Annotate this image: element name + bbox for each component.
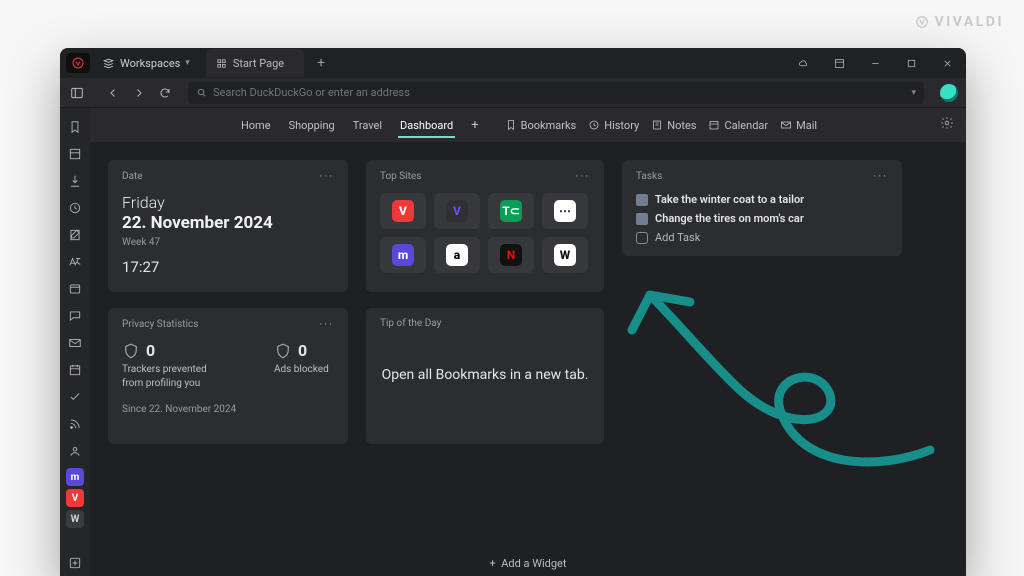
nav-history[interactable]: History <box>588 119 639 132</box>
date-week: Week 47 <box>122 237 334 248</box>
panel-translate-icon[interactable] <box>60 249 90 275</box>
collapse-toolbar-button[interactable] <box>822 48 856 78</box>
speed-dial-tab-shopping[interactable]: Shopping <box>287 108 337 142</box>
speed-dial-tab-dashboard[interactable]: Dashboard <box>398 108 455 142</box>
top-site-amazon[interactable]: a <box>434 237 480 273</box>
nav-calendar[interactable]: Calendar <box>708 119 768 132</box>
new-tab-button[interactable]: + <box>310 55 332 71</box>
panel-mail-icon[interactable] <box>60 330 90 356</box>
navigation-bar: ▾ <box>60 78 966 108</box>
widget-menu-icon[interactable]: ··· <box>575 170 590 183</box>
panel-contacts-icon[interactable] <box>60 438 90 464</box>
speed-dial-tab-home[interactable]: Home <box>239 108 273 142</box>
panel-downloads-icon[interactable] <box>60 168 90 194</box>
nav-notes[interactable]: Notes <box>651 119 696 132</box>
top-site-vivaldi[interactable]: V <box>380 193 426 229</box>
tip-body: Open all Bookmarks in a new tab. <box>380 339 590 401</box>
settings-gear-icon[interactable] <box>940 116 954 133</box>
panel-notes-icon[interactable] <box>60 222 90 248</box>
close-button[interactable] <box>930 48 964 78</box>
search-icon <box>196 87 207 98</box>
top-sites-widget: Top Sites··· VVT⊂⋯maNW <box>366 160 604 292</box>
titlebar: Workspaces ▾ Start Page + <box>60 48 966 78</box>
chevron-down-icon: ▾ <box>185 58 190 68</box>
speed-dial-nav: HomeShoppingTravelDashboard + Bookmarks … <box>90 108 966 142</box>
panel-webpanel-vivaldi[interactable]: V <box>66 489 84 507</box>
date-day: Friday <box>122 193 334 212</box>
maximize-button[interactable] <box>894 48 928 78</box>
top-site-wikipedia[interactable]: W <box>542 237 588 273</box>
top-site-techcrunch[interactable]: T⊂ <box>488 193 534 229</box>
tab-title: Start Page <box>233 57 284 70</box>
panel-history-icon[interactable] <box>60 195 90 221</box>
nav-back-button[interactable] <box>102 82 124 104</box>
panel-calendar-icon[interactable] <box>60 357 90 383</box>
panel-feeds-icon[interactable] <box>60 411 90 437</box>
browser-tab[interactable]: Start Page <box>206 49 304 77</box>
panel-toggle-button[interactable] <box>66 82 88 104</box>
address-input[interactable] <box>213 86 905 99</box>
shield-icon <box>122 342 140 360</box>
sync-cloud-button[interactable] <box>786 48 820 78</box>
vivaldi-brand: VIVALDI <box>915 14 1004 30</box>
date-time: 17:27 <box>122 258 334 276</box>
top-site-mastodon[interactable]: m <box>380 237 426 273</box>
task-item[interactable]: Change the tires on mom's car <box>636 212 888 225</box>
panel-webpanel-wikipedia[interactable]: W <box>66 510 84 528</box>
add-task-button[interactable]: Add Task <box>636 231 888 244</box>
reload-button[interactable] <box>154 82 176 104</box>
add-panel-button[interactable] <box>60 550 90 576</box>
widget-menu-icon[interactable]: ··· <box>873 170 888 183</box>
shield-icon <box>274 342 292 360</box>
nav-forward-button[interactable] <box>128 82 150 104</box>
tasks-widget: Tasks··· Take the winter coat to a tailo… <box>622 160 902 256</box>
dashboard: Date··· Friday 22. November 2024 Week 47… <box>90 142 966 576</box>
tip-of-day-widget: Tip of the Day Open all Bookmarks in a n… <box>366 308 604 444</box>
panel-chat-icon[interactable] <box>60 303 90 329</box>
panel-bookmarks-icon[interactable] <box>60 114 90 140</box>
date-widget: Date··· Friday 22. November 2024 Week 47… <box>108 160 348 292</box>
nav-mail[interactable]: Mail <box>780 119 817 132</box>
browser-window: Workspaces ▾ Start Page + <box>60 48 966 576</box>
widget-menu-icon[interactable]: ··· <box>319 318 334 331</box>
start-page: HomeShoppingTravelDashboard + Bookmarks … <box>90 108 966 576</box>
profile-avatar[interactable] <box>940 84 958 102</box>
top-site-dotgrid[interactable]: ⋯ <box>542 193 588 229</box>
minimize-button[interactable] <box>858 48 892 78</box>
panel-tasks-icon[interactable] <box>60 384 90 410</box>
widget-menu-icon[interactable]: ··· <box>319 170 334 183</box>
panel-sidebar: mVW <box>60 108 90 576</box>
privacy-stats-widget: Privacy Statistics··· 0 Trackers prevent… <box>108 308 348 444</box>
panel-window-icon[interactable] <box>60 276 90 302</box>
speed-dial-tab-travel[interactable]: Travel <box>351 108 384 142</box>
task-item[interactable]: Take the winter coat to a tailor <box>636 193 888 206</box>
top-site-netflix[interactable]: N <box>488 237 534 273</box>
top-site-vivaldi-forum[interactable]: V <box>434 193 480 229</box>
speed-dial-add-button[interactable]: + <box>469 108 480 142</box>
add-widget-button[interactable]: + Add a Widget <box>90 557 966 570</box>
workspaces-button[interactable]: Workspaces ▾ <box>94 52 198 74</box>
chevron-down-icon[interactable]: ▾ <box>911 88 916 98</box>
stats-since: Since 22. November 2024 <box>122 404 334 415</box>
panel-reading-list-icon[interactable] <box>60 141 90 167</box>
address-bar[interactable]: ▾ <box>188 82 924 104</box>
date-full: 22. November 2024 <box>122 213 334 233</box>
nav-bookmarks[interactable]: Bookmarks <box>505 119 577 132</box>
panel-webpanel-mastodon[interactable]: m <box>66 468 84 486</box>
vivaldi-menu-button[interactable] <box>66 53 90 73</box>
